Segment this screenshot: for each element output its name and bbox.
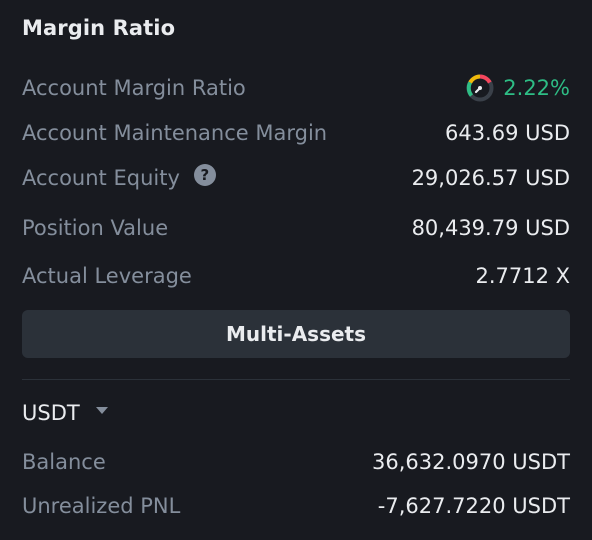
panel-title: Margin Ratio — [22, 16, 176, 40]
account-equity-label-group: Account Equity ? — [22, 164, 216, 190]
maintenance-margin-row: Account Maintenance Margin 643.69 USD — [22, 118, 570, 148]
multi-assets-button[interactable]: Multi-Assets — [22, 310, 570, 358]
margin-ratio-value-group: 2.22% — [465, 73, 570, 103]
actual-leverage-row: Actual Leverage 2.7712 X — [22, 261, 570, 291]
help-icon[interactable]: ? — [193, 164, 216, 186]
caret-down-icon — [95, 406, 108, 414]
margin-ratio-row: Account Margin Ratio 2.22% — [22, 73, 570, 103]
actual-leverage-label: Actual Leverage — [22, 264, 192, 288]
account-equity-label: Account Equity — [22, 166, 180, 190]
divider — [22, 379, 570, 380]
account-equity-value: 29,026.57 USD — [411, 166, 570, 190]
gauge-icon — [466, 74, 494, 102]
margin-ratio-value: 2.22% — [503, 76, 570, 100]
maintenance-margin-label: Account Maintenance Margin — [22, 121, 328, 145]
margin-ratio-panel: Margin Ratio Account Margin Ratio 2.22% … — [0, 0, 592, 540]
unrealized-pnl-row: Unrealized PNL -7,627.7220 USDT — [22, 491, 570, 521]
balance-row: Balance 36,632.0970 USDT — [22, 447, 570, 477]
unrealized-pnl-label: Unrealized PNL — [22, 494, 181, 518]
asset-select-label: USDT — [22, 401, 80, 425]
actual-leverage-value: 2.7712 X — [475, 264, 570, 288]
position-value-label: Position Value — [22, 216, 169, 240]
margin-ratio-label: Account Margin Ratio — [22, 76, 246, 100]
position-value-value: 80,439.79 USD — [411, 216, 570, 240]
balance-value: 36,632.0970 USDT — [372, 450, 570, 474]
balance-label: Balance — [22, 450, 106, 474]
unrealized-pnl-value: -7,627.7220 USDT — [377, 494, 570, 518]
asset-select[interactable]: USDT — [22, 398, 108, 428]
account-equity-row: Account Equity ? 29,026.57 USD — [22, 163, 570, 193]
position-value-row: Position Value 80,439.79 USD — [22, 213, 570, 243]
maintenance-margin-value: 643.69 USD — [444, 121, 570, 145]
